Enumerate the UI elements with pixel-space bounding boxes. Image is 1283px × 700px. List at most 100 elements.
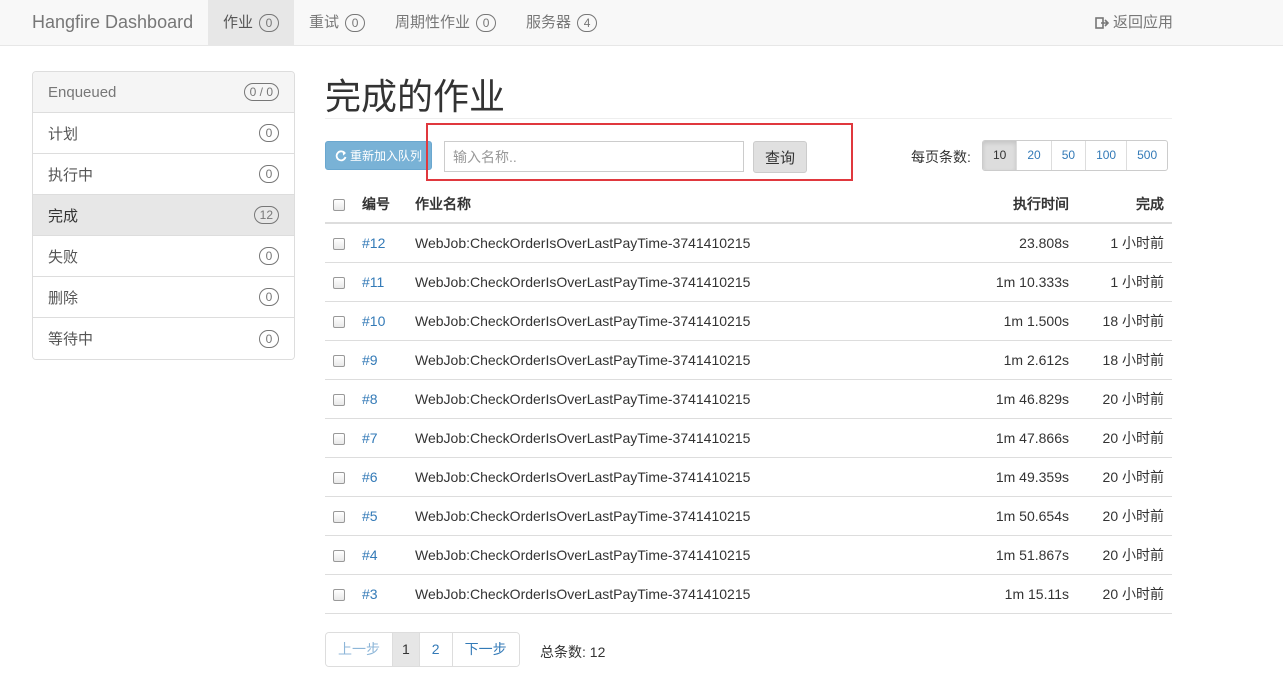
- job-duration: 1m 51.867s: [941, 535, 1077, 575]
- nav-servers-count: 4: [577, 14, 598, 32]
- row-checkbox[interactable]: [333, 238, 345, 251]
- sidebar-item-count: 0: [259, 247, 279, 265]
- job-id-link[interactable]: #12: [362, 223, 407, 263]
- job-name: WebJob:CheckOrderIsOverLastPayTime-37414…: [407, 379, 942, 419]
- table-row: #9 WebJob:CheckOrderIsOverLastPayTime-374…: [325, 340, 1172, 380]
- row-checkbox[interactable]: [333, 354, 345, 367]
- page-2-button[interactable]: 2: [418, 633, 452, 666]
- job-id-link[interactable]: #10: [362, 301, 407, 341]
- job-name: WebJob:CheckOrderIsOverLastPayTime-37414…: [407, 301, 942, 341]
- header-duration: 执行时间: [941, 185, 1077, 224]
- job-duration: 1m 15.11s: [941, 574, 1077, 614]
- jobs-table: 编号 作业名称 执行时间 完成 #12 WebJob:CheckOrderIsOv…: [325, 185, 1172, 614]
- job-name: WebJob:CheckOrderIsOverLastPayTime-37414…: [407, 262, 942, 302]
- row-checkbox-cell: [325, 574, 362, 614]
- brand-link[interactable]: Hangfire Dashboard: [32, 0, 193, 46]
- header-id: 编号: [362, 185, 407, 224]
- job-name: WebJob:CheckOrderIsOverLastPayTime-37414…: [407, 496, 942, 536]
- job-finished: 20 小时前: [1077, 457, 1172, 497]
- sidebar-item-count: 0 / 0: [243, 83, 279, 101]
- row-checkbox-cell: [325, 535, 362, 575]
- nav-retries-count: 0: [345, 14, 366, 32]
- nav-retries[interactable]: 重试 0: [294, 0, 380, 46]
- job-id-link[interactable]: #8: [362, 379, 407, 419]
- row-checkbox[interactable]: [333, 276, 345, 289]
- sidebar-item-label: 计划: [48, 125, 79, 143]
- job-id-link[interactable]: #3: [362, 574, 407, 614]
- per-page-option-100[interactable]: 100: [1085, 141, 1126, 170]
- sidebar-item-label: 失败: [48, 248, 79, 266]
- table-row: #11 WebJob:CheckOrderIsOverLastPayTime-37…: [325, 262, 1172, 302]
- job-name: WebJob:CheckOrderIsOverLastPayTime-37414…: [407, 223, 942, 263]
- sidebar-item-label: 执行中: [48, 166, 94, 184]
- sidebar-item-deleted[interactable]: 删除 0: [33, 277, 294, 318]
- total-count: 总条数: 12: [540, 644, 606, 660]
- sidebar-item-processing[interactable]: 执行中 0: [33, 154, 294, 195]
- job-id-link[interactable]: #6: [362, 457, 407, 497]
- nav-jobs[interactable]: 作业 0: [208, 0, 295, 46]
- sidebar-item-count: 0: [259, 288, 279, 306]
- page-1-button[interactable]: 1: [392, 633, 419, 666]
- per-page-option-50[interactable]: 50: [1050, 141, 1085, 170]
- job-id-link[interactable]: #11: [362, 262, 407, 302]
- per-page-option-20[interactable]: 20: [1016, 141, 1050, 170]
- job-duration: 1m 10.333s: [941, 262, 1077, 302]
- sidebar-item-label: Enqueued: [48, 83, 117, 101]
- job-id-link[interactable]: #5: [362, 496, 407, 536]
- sidebar-item-count: 0: [259, 329, 279, 348]
- table-row: #8 WebJob:CheckOrderIsOverLastPayTime-374…: [325, 379, 1172, 419]
- job-name: WebJob:CheckOrderIsOverLastPayTime-37414…: [407, 574, 942, 614]
- sidebar-item-count: 0: [259, 165, 279, 183]
- row-checkbox[interactable]: [333, 549, 345, 562]
- table-row: #4 WebJob:CheckOrderIsOverLastPayTime-374…: [325, 535, 1172, 575]
- main-nav: 作业 0 重试 0 周期性作业 0 服务器 4: [208, 0, 612, 46]
- job-duration: 1m 50.654s: [941, 496, 1077, 536]
- job-finished: 1 小时前: [1077, 223, 1172, 263]
- select-all-checkbox[interactable]: [333, 198, 345, 211]
- per-page-option-500[interactable]: 500: [1126, 141, 1167, 170]
- job-id-link[interactable]: #4: [362, 535, 407, 575]
- requeue-label: 重新加入队列: [349, 149, 422, 163]
- sidebar-item-failed[interactable]: 失败 0: [33, 236, 294, 277]
- per-page-label: 每页条数:: [911, 149, 971, 165]
- sidebar-item-label: 完成: [48, 207, 79, 225]
- job-finished: 20 小时前: [1077, 535, 1172, 575]
- table-header-row: 编号 作业名称 执行时间 完成: [325, 185, 1172, 224]
- nav-jobs-count: 0: [259, 14, 280, 32]
- job-id-link[interactable]: #9: [362, 340, 407, 380]
- table-row: #5 WebJob:CheckOrderIsOverLastPayTime-374…: [325, 496, 1172, 536]
- row-checkbox[interactable]: [333, 393, 345, 406]
- next-page-button[interactable]: 下一步: [451, 633, 519, 666]
- per-page-option-10[interactable]: 10: [983, 141, 1017, 170]
- prev-page-button[interactable]: 上一步: [326, 633, 392, 666]
- back-to-app-link[interactable]: 返回应用: [1095, 0, 1173, 46]
- nav-servers-label: 服务器: [526, 14, 572, 31]
- table-row: #10 WebJob:CheckOrderIsOverLastPayTime-37…: [325, 301, 1172, 341]
- sidebar-item-awaiting[interactable]: 等待中 0: [33, 318, 294, 359]
- search-input[interactable]: [444, 141, 744, 172]
- job-finished: 18 小时前: [1077, 301, 1172, 341]
- log-out-icon: [1095, 17, 1109, 29]
- sidebar-item-enqueued[interactable]: Enqueued 0 / 0: [33, 72, 294, 113]
- header-finished: 完成: [1077, 185, 1172, 224]
- nav-retries-label: 重试: [309, 14, 340, 31]
- row-checkbox[interactable]: [333, 510, 345, 523]
- table-row: #6 WebJob:CheckOrderIsOverLastPayTime-374…: [325, 457, 1172, 497]
- requeue-button[interactable]: 重新加入队列: [325, 141, 432, 170]
- row-checkbox[interactable]: [333, 471, 345, 484]
- nav-recurring[interactable]: 周期性作业 0: [380, 0, 511, 46]
- row-checkbox[interactable]: [333, 432, 345, 445]
- nav-jobs-label: 作业: [223, 14, 254, 31]
- sidebar-item-succeeded[interactable]: 完成 12: [33, 195, 294, 236]
- row-checkbox[interactable]: [333, 315, 345, 328]
- row-checkbox[interactable]: [333, 588, 345, 601]
- job-id-link[interactable]: #7: [362, 418, 407, 458]
- sidebar-item-scheduled[interactable]: 计划 0: [33, 113, 294, 154]
- job-duration: 1m 1.500s: [941, 301, 1077, 341]
- search-button[interactable]: 查询: [753, 141, 807, 173]
- row-checkbox-cell: [325, 496, 362, 536]
- header-name: 作业名称: [407, 185, 942, 224]
- job-name: WebJob:CheckOrderIsOverLastPayTime-37414…: [407, 457, 942, 497]
- per-page-selector: 10 20 50 100 500: [982, 140, 1169, 171]
- nav-servers[interactable]: 服务器 4: [511, 0, 612, 46]
